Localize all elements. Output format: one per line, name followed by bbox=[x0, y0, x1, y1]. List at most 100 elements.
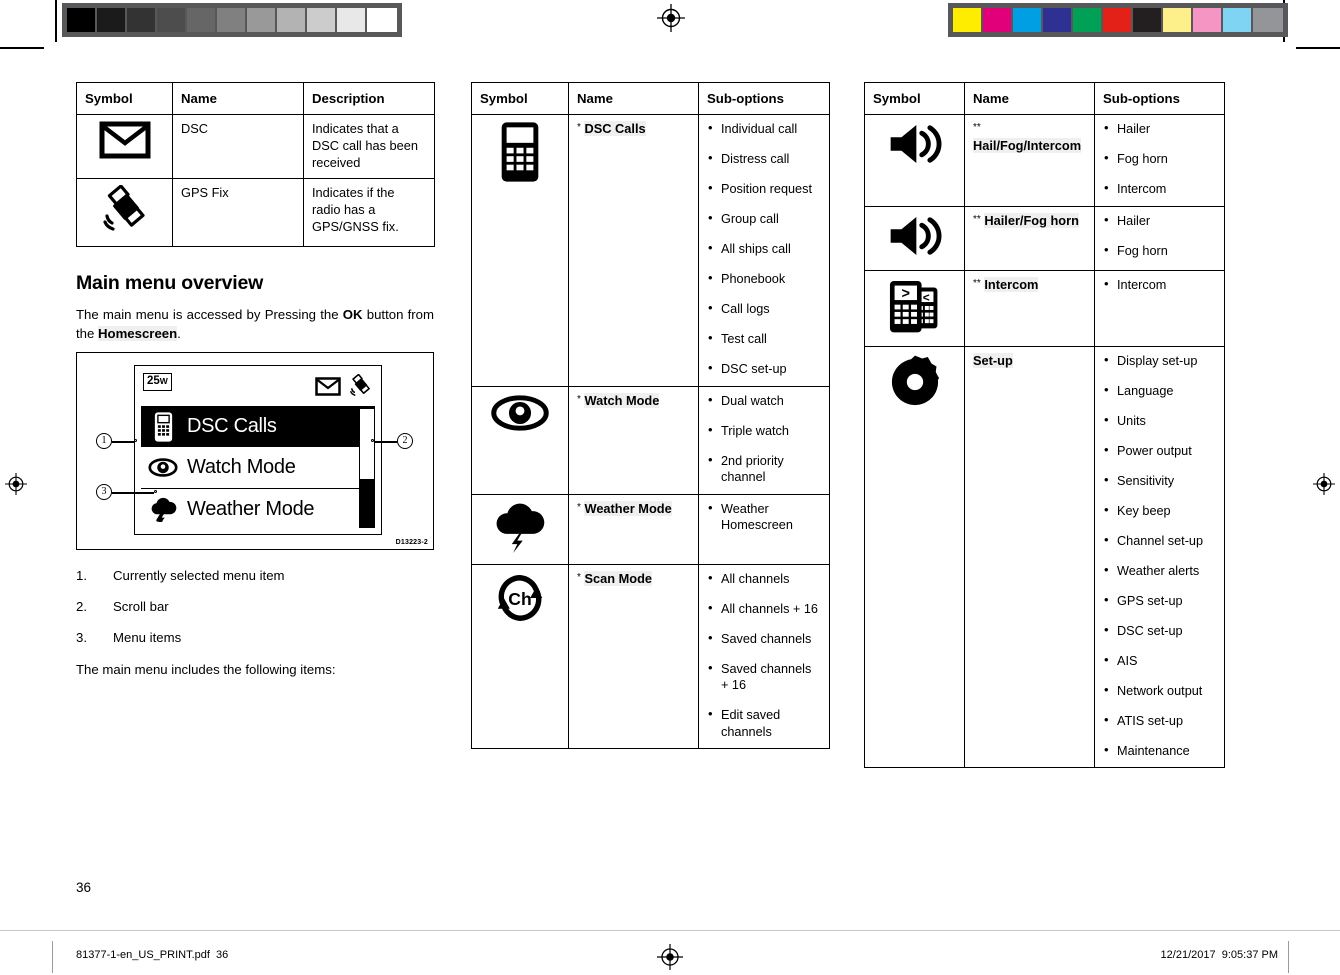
list-item: Power output bbox=[1103, 442, 1216, 460]
footnote-marker: ** bbox=[973, 213, 981, 225]
color-swatch-1 bbox=[983, 8, 1013, 32]
list-label: Menu items bbox=[113, 630, 182, 646]
symbol-cell bbox=[471, 493, 569, 565]
list-item: 1. Currently selected menu item bbox=[76, 568, 434, 583]
list-item: Group call bbox=[707, 210, 821, 228]
list-item: DSC set-up bbox=[1103, 622, 1216, 640]
list-item: Units bbox=[1103, 412, 1216, 430]
intro-text-part: The main menu is accessed by Pressing th… bbox=[76, 306, 343, 322]
list-item: Call logs bbox=[707, 300, 821, 318]
menu-item-label: Watch Mode bbox=[187, 456, 296, 479]
list-item: ATIS set-up bbox=[1103, 712, 1216, 730]
list-item: Weather alerts bbox=[1103, 562, 1216, 580]
menu-item-dsc-calls[interactable]: DSC Calls bbox=[141, 406, 375, 448]
homescreen-reference: Homescreen bbox=[98, 325, 178, 341]
registration-target-icon bbox=[657, 4, 685, 32]
print-calibration-bar bbox=[0, 0, 1340, 42]
list-item: Position request bbox=[707, 180, 821, 198]
menu-item-watch-mode[interactable]: Watch Mode bbox=[141, 447, 375, 488]
color-swatch-8 bbox=[1193, 8, 1223, 32]
color-swatch-2 bbox=[1013, 8, 1043, 32]
symbol-cell bbox=[471, 114, 569, 387]
menu-name: Intercom bbox=[984, 276, 1039, 292]
column-header-description: Description bbox=[303, 81, 435, 116]
menu-name-cell: ** Hailer/Fog horn bbox=[964, 205, 1095, 271]
callout-leader-1 bbox=[112, 441, 134, 443]
list-item: Distress call bbox=[707, 150, 821, 168]
grayscale-calibration-strip bbox=[62, 3, 402, 37]
menu-name: Hailer/Fog horn bbox=[984, 212, 1079, 228]
crop-mark-top-left bbox=[55, 0, 57, 42]
sub-options-list: Hailer Fog horn Intercom bbox=[1103, 120, 1216, 198]
list-item: Key beep bbox=[1103, 502, 1216, 520]
device-screen: 25W DSC Calls Watch Mode Weather Mode bbox=[134, 365, 382, 536]
grayscale-swatch-6 bbox=[247, 8, 277, 32]
svg-text:>: > bbox=[901, 286, 909, 302]
speaker-icon bbox=[890, 216, 941, 255]
footnote-marker: * bbox=[577, 571, 581, 583]
sub-options-cell: Display set-up Language Units Power outp… bbox=[1094, 345, 1225, 769]
menu-name-cell: * Watch Mode bbox=[568, 385, 699, 495]
main-menu-table-part2: Symbol Name Sub-options ** Hail/Fog/Inte… bbox=[864, 81, 1225, 769]
list-item: All channels + 16 bbox=[707, 600, 821, 618]
list-label: Scroll bar bbox=[113, 599, 169, 615]
footer-divider bbox=[0, 930, 1340, 931]
list-item: 3. Menu items bbox=[76, 630, 434, 645]
sub-options-list: All channels All channels + 16 Saved cha… bbox=[707, 570, 821, 741]
table-header-row: Symbol Name Sub-options bbox=[471, 81, 830, 116]
handset-icon bbox=[501, 122, 539, 183]
list-item: Display set-up bbox=[1103, 352, 1216, 370]
color-swatch-7 bbox=[1163, 8, 1193, 32]
menu-name: Watch Mode bbox=[584, 392, 660, 408]
intro-paragraph: The main menu is accessed by Pressing th… bbox=[76, 306, 434, 343]
envelope-icon bbox=[315, 377, 341, 396]
list-number: 3. bbox=[76, 630, 87, 646]
footnote-marker: * bbox=[577, 122, 581, 134]
list-item: Saved channels bbox=[707, 630, 821, 648]
list-item: DSC set-up bbox=[707, 360, 821, 378]
list-item: Phonebook bbox=[707, 270, 821, 288]
screen-scroll-bar[interactable] bbox=[359, 408, 375, 529]
list-item: Test call bbox=[707, 330, 821, 348]
grayscale-swatch-10 bbox=[367, 8, 397, 32]
list-item: Weather Homescreen bbox=[707, 500, 821, 534]
list-item: All channels bbox=[707, 570, 821, 588]
color-swatch-6 bbox=[1133, 8, 1163, 32]
list-item: Saved channels + 16 bbox=[707, 660, 821, 694]
storm-cloud-icon bbox=[143, 496, 183, 523]
list-item: Network output bbox=[1103, 682, 1216, 700]
list-item: AIS bbox=[1103, 652, 1216, 670]
list-item: Intercom bbox=[1103, 180, 1216, 198]
footer-bar-left bbox=[52, 941, 54, 973]
footnote-marker: ** bbox=[973, 277, 981, 289]
table-row: GPS Fix Indicates if the radio has a GPS… bbox=[76, 178, 435, 247]
pdf-page-number: 36 bbox=[216, 949, 229, 961]
table-header-row: Symbol Name Sub-options bbox=[864, 81, 1225, 116]
envelope-icon bbox=[99, 121, 150, 159]
color-swatch-9 bbox=[1223, 8, 1253, 32]
list-item: Hailer bbox=[1103, 212, 1216, 230]
scroll-thumb[interactable] bbox=[360, 479, 374, 528]
grayscale-swatch-0 bbox=[67, 8, 97, 32]
list-item: Channel set-up bbox=[1103, 532, 1216, 550]
sub-options-list: Individual call Distress call Position r… bbox=[707, 120, 821, 378]
grayscale-swatch-3 bbox=[157, 8, 187, 32]
symbol-description-table: Symbol Name Description DSC Indicates th… bbox=[76, 81, 435, 247]
eye-icon bbox=[143, 457, 183, 478]
list-item: GPS set-up bbox=[1103, 592, 1216, 610]
symbol-cell: < > bbox=[864, 269, 965, 347]
middle-column: Symbol Name Sub-options * DSC Calls • In… bbox=[471, 81, 830, 750]
sub-options-list: Dual watch Triple watch 2nd priority cha… bbox=[707, 392, 821, 486]
menu-name: Weather Mode bbox=[584, 500, 672, 516]
list-item: Triple watch bbox=[707, 422, 821, 440]
power-output-badge: 25W bbox=[143, 373, 172, 391]
menu-item-weather-mode[interactable]: Weather Mode bbox=[141, 488, 375, 529]
column-header-symbol: Symbol bbox=[864, 81, 965, 116]
menu-name-cell: ** Hail/Fog/Intercom bbox=[964, 114, 1095, 207]
sub-options-list: Weather Homescreen bbox=[707, 500, 821, 534]
column-header-symbol: Symbol bbox=[76, 81, 173, 116]
section-heading: Main menu overview bbox=[76, 271, 264, 294]
list-item: All ships call bbox=[707, 240, 821, 258]
screen-menu-list: DSC Calls Watch Mode Weather Mode bbox=[141, 406, 375, 529]
list-item: Fog horn bbox=[1103, 150, 1216, 168]
